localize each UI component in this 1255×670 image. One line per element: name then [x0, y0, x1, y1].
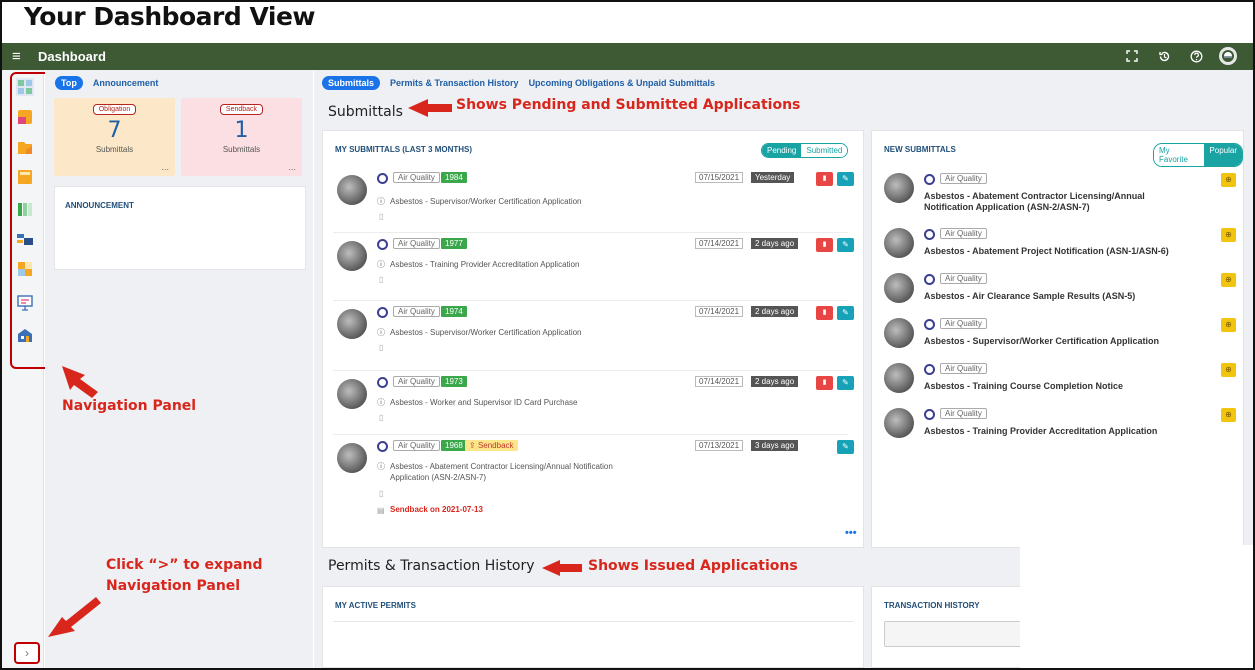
annotation-permits: Shows Issued Applications [588, 558, 798, 574]
arrow-navigation [62, 366, 98, 398]
arrow-permits [542, 560, 582, 576]
annotation-expand-line1: Click “>” to expand [106, 557, 263, 573]
annotation-navigation-panel: Navigation Panel [62, 398, 197, 414]
annotation-expand-line2: Navigation Panel [106, 578, 241, 594]
arrow-submittals [408, 99, 452, 117]
arrow-expand [48, 597, 101, 637]
annotation-submittals: Shows Pending and Submitted Applications [456, 97, 801, 113]
